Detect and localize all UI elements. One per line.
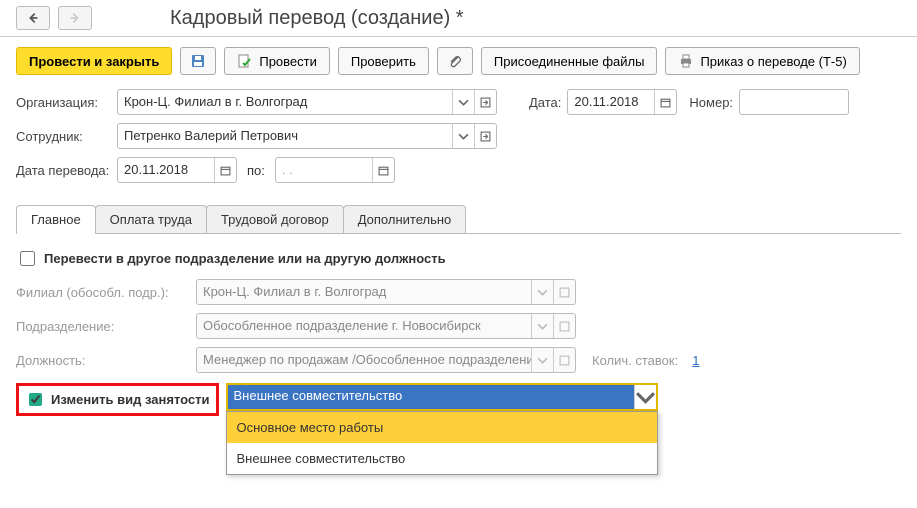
org-field[interactable]: Крон-Ц. Филиал в г. Волгоград [117, 89, 497, 115]
save-button[interactable] [180, 47, 216, 75]
page-title: Кадровый перевод (создание) * [170, 7, 464, 30]
branch-label: Филиал (обособл. подр.): [16, 285, 190, 300]
org-label: Организация: [16, 95, 111, 110]
transfer-date-field[interactable]: 20.11.2018 [117, 157, 237, 183]
open-icon [553, 348, 575, 372]
employee-field[interactable]: Петренко Валерий Петрович [117, 123, 497, 149]
floppy-icon [190, 53, 206, 69]
employment-type-field[interactable]: Внешнее совместительство Основное место … [226, 383, 658, 411]
doc-date-field[interactable]: 20.11.2018 [567, 89, 677, 115]
dropdown-icon [531, 348, 553, 372]
open-icon [553, 314, 575, 338]
transfer-checkbox[interactable] [20, 251, 35, 266]
position-field: Менеджер по продажам /Обособленное подра… [196, 347, 576, 373]
employment-type-dropdown: Основное место работы Внешнее совместите… [226, 411, 658, 475]
post-and-close-button[interactable]: Провести и закрыть [16, 47, 172, 75]
dropdown-icon [531, 280, 553, 304]
transfer-checkbox-label: Перевести в другое подразделение или на … [44, 251, 446, 266]
toolbar: Провести и закрыть Провести Проверить Пр… [0, 37, 917, 85]
attach-button[interactable] [437, 47, 473, 75]
tab-extra[interactable]: Дополнительно [343, 205, 467, 233]
transfer-date-label: Дата перевода: [16, 163, 111, 178]
dropdown-icon[interactable] [634, 385, 656, 409]
order-button[interactable]: Приказ о переводе (Т-5) [665, 47, 859, 75]
employee-label: Сотрудник: [16, 129, 111, 144]
position-label: Должность: [16, 353, 190, 368]
to-date-field[interactable]: . . [275, 157, 395, 183]
calendar-icon[interactable] [214, 158, 236, 182]
to-label: по: [247, 163, 265, 178]
dept-label: Подразделение: [16, 319, 190, 334]
change-employment-highlight: Изменить вид занятости [16, 383, 219, 416]
nav-forward-button[interactable] [58, 6, 92, 30]
number-field[interactable] [739, 89, 849, 115]
dropdown-option-main[interactable]: Основное место работы [227, 412, 657, 443]
printer-icon [678, 53, 694, 69]
tab-pay[interactable]: Оплата труда [95, 205, 207, 233]
change-employment-checkbox[interactable] [29, 393, 42, 406]
post-icon [237, 53, 253, 69]
dropdown-option-external[interactable]: Внешнее совместительство [227, 443, 657, 474]
dropdown-icon [531, 314, 553, 338]
dept-field: Обособленное подразделение г. Новосибирс… [196, 313, 576, 339]
rates-value-link[interactable]: 1 [692, 353, 699, 368]
tab-main[interactable]: Главное [16, 205, 96, 233]
post-button[interactable]: Провести [224, 47, 330, 75]
date-label: Дата: [529, 95, 561, 110]
attached-files-button[interactable]: Присоединенные файлы [481, 47, 658, 75]
change-employment-label: Изменить вид занятости [51, 392, 210, 407]
tabs: Главное Оплата труда Трудовой договор До… [16, 205, 901, 234]
rates-label: Колич. ставок: [592, 353, 678, 368]
open-icon[interactable] [474, 90, 496, 114]
number-label: Номер: [689, 95, 733, 110]
open-icon[interactable] [474, 124, 496, 148]
tab-body-main: Перевести в другое подразделение или на … [0, 234, 917, 430]
nav-back-button[interactable] [16, 6, 50, 30]
calendar-icon[interactable] [654, 90, 676, 114]
tab-contract[interactable]: Трудовой договор [206, 205, 344, 233]
top-bar: Кадровый перевод (создание) * [0, 0, 917, 37]
calendar-icon[interactable] [372, 158, 394, 182]
dropdown-icon[interactable] [452, 90, 474, 114]
paperclip-icon [447, 53, 463, 69]
form-area: Организация: Крон-Ц. Филиал в г. Волгогр… [0, 85, 917, 195]
branch-field: Крон-Ц. Филиал в г. Волгоград [196, 279, 576, 305]
open-icon [553, 280, 575, 304]
dropdown-icon[interactable] [452, 124, 474, 148]
check-button[interactable]: Проверить [338, 47, 429, 75]
